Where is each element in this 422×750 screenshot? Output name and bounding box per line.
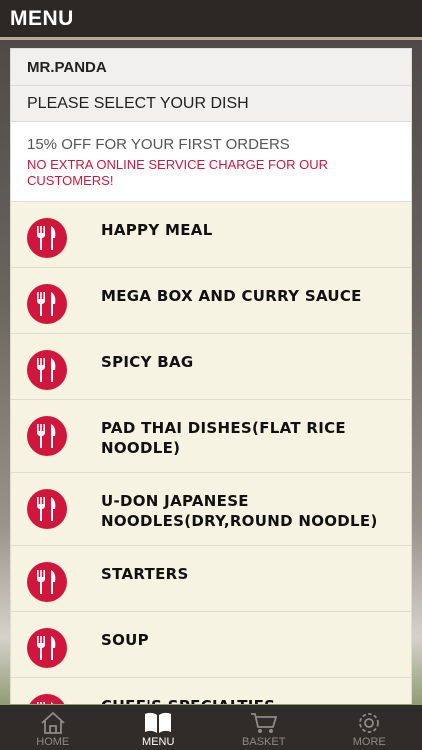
tab-menu[interactable]: MENU — [106, 705, 212, 750]
tab-more[interactable]: MORE — [317, 705, 422, 750]
select-dish-header: PLEASE SELECT YOUR DISH — [10, 86, 412, 122]
fork-knife-icon — [27, 218, 67, 258]
category-item-pad-thai[interactable]: PAD THAI DISHES(FLAT RICE NOODLE) — [10, 400, 412, 473]
gear-icon — [359, 713, 380, 733]
category-item-udon[interactable]: U-DON JAPANESE NOODLES(DRY,ROUND NOODLE) — [10, 473, 412, 546]
category-label: PAD THAI DISHES(FLAT RICE NOODLE) — [101, 419, 346, 457]
category-label: SOUP — [101, 631, 149, 649]
fork-knife-icon — [27, 694, 67, 704]
category-label: U-DON JAPANESE NOODLES(DRY,ROUND NOODLE) — [101, 492, 378, 530]
category-label: CHEF'S SPECIALTIES — [101, 696, 275, 704]
fork-knife-icon — [27, 562, 67, 602]
tab-menu-label: MENU — [142, 736, 175, 748]
fork-knife-icon — [27, 350, 67, 390]
promo-banner: 15% OFF FOR YOUR FIRST ORDERS NO EXTRA O… — [10, 122, 412, 202]
category-label: SPICY BAG — [101, 353, 194, 371]
shop-name-header: MR.PANDA — [10, 48, 412, 86]
promo-discount-text: 15% OFF FOR YOUR FIRST ORDERS — [27, 136, 290, 153]
bottom-tab-bar: HOME MENU BASKET MORE — [0, 705, 422, 750]
shop-name: MR.PANDA — [27, 58, 107, 76]
promo-service-charge-text: NO EXTRA ONLINE SERVICE CHARGE FOR OUR C… — [27, 157, 328, 188]
category-item-happy-meal[interactable]: HAPPY MEAL — [10, 202, 412, 268]
home-icon — [41, 711, 65, 734]
category-item-spicy-bag[interactable]: SPICY BAG — [10, 334, 412, 400]
tab-home[interactable]: HOME — [0, 705, 106, 750]
category-item-soup[interactable]: SOUP — [10, 612, 412, 678]
select-dish-prompt: PLEASE SELECT YOUR DISH — [27, 94, 249, 112]
category-item-starters[interactable]: STARTERS — [10, 546, 412, 612]
category-item-chefs-specialties[interactable]: CHEF'S SPECIALTIES — [10, 678, 412, 704]
fork-knife-icon — [27, 416, 67, 456]
book-icon — [145, 712, 172, 733]
category-label: MEGA BOX AND CURRY SAUCE — [101, 287, 362, 305]
tab-basket-label: BASKET — [242, 736, 286, 748]
top-bar: MENU — [0, 0, 422, 40]
menu-container[interactable]: MR.PANDA PLEASE SELECT YOUR DISH 15% OFF… — [10, 48, 412, 704]
page-title: MENU — [10, 6, 74, 30]
tab-home-label: HOME — [36, 736, 70, 748]
category-label: STARTERS — [101, 565, 189, 583]
fork-knife-icon — [27, 628, 67, 668]
fork-knife-icon — [27, 489, 67, 529]
fork-knife-icon — [27, 284, 67, 324]
cart-icon — [250, 713, 277, 733]
category-item-mega-box[interactable]: MEGA BOX AND CURRY SAUCE — [10, 268, 412, 334]
tab-basket[interactable]: BASKET — [211, 705, 317, 750]
tab-more-label: MORE — [352, 736, 386, 748]
category-label: HAPPY MEAL — [101, 221, 213, 239]
